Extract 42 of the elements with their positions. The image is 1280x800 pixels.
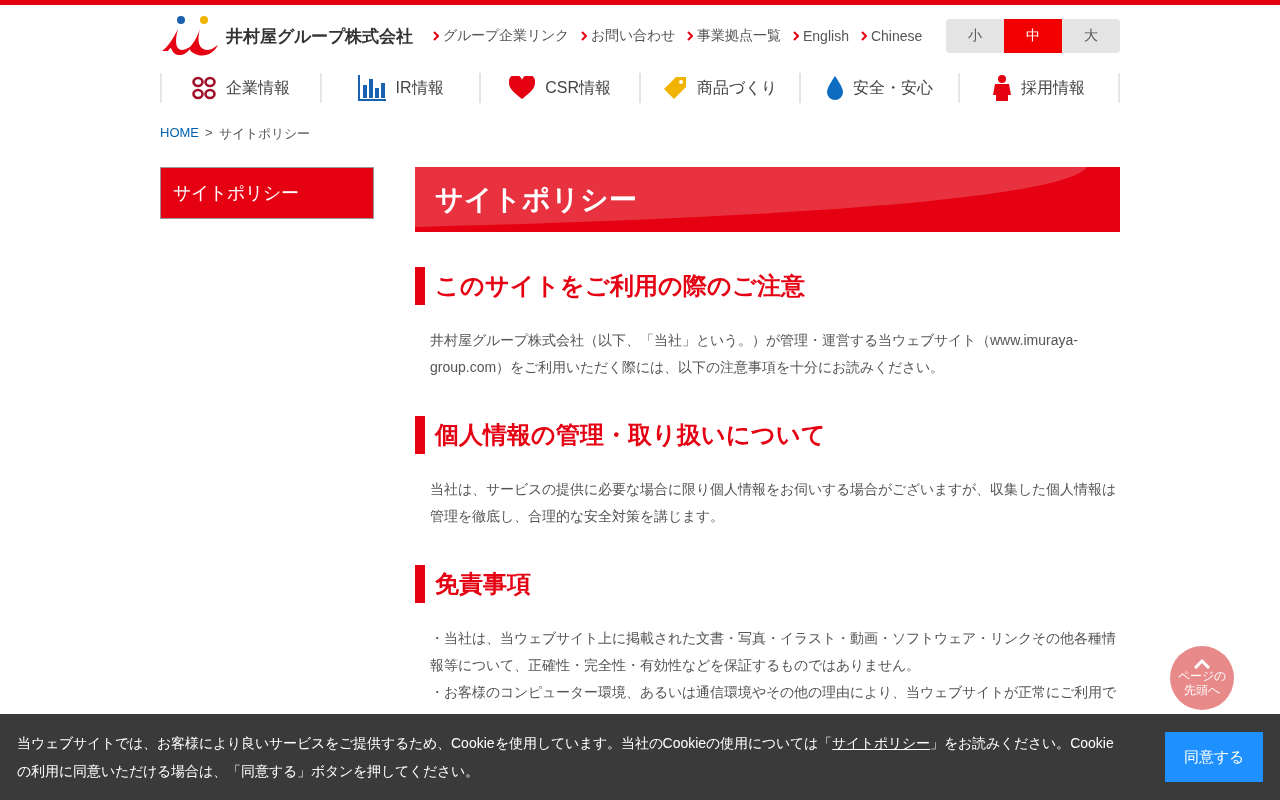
nav-item[interactable]: 採用情報	[960, 73, 1121, 103]
heart-icon	[509, 76, 536, 100]
paragraph: 井村屋グループ株式会社（以下、「当社」という。）が管理・運営する当ウェブサイト（www.imuraya-group.com）をご利用いただく際には、以下の注意事項を十分にお読みください。	[429, 331, 1079, 377]
breadcrumb-link[interactable]: HOME	[160, 125, 199, 143]
sidebar-item[interactable]: サイトポリシー	[160, 167, 374, 219]
chevron-icon	[581, 31, 587, 41]
nav-item[interactable]: 商品づくり	[641, 73, 801, 103]
nav-item[interactable]: IR情報	[321, 73, 482, 103]
font-size-button[interactable]: 中	[1004, 19, 1062, 53]
nav-item[interactable]: 企業情報	[162, 73, 322, 103]
paragraph: ・お客様のコンピューター環境、あるいは通信環境やその他の理由により、当ウェブサイトが正常にご利用で	[429, 683, 1117, 702]
person-icon	[993, 75, 1012, 101]
font-size-button[interactable]: 小	[946, 19, 1004, 53]
policy-link[interactable]: サイトポリシー	[832, 735, 931, 751]
section-heading: 免責事項	[415, 565, 1120, 603]
section-heading: 個人情報の管理・取り扱いについて	[415, 416, 1120, 454]
breadcrumb-current: サイトポリシー	[218, 125, 310, 143]
chevron-icon	[793, 31, 799, 41]
header-link[interactable]: English	[793, 27, 849, 45]
header-link[interactable]: お問い合わせ	[581, 27, 675, 45]
paragraph: 当社は、サービスの提供に必要な場合に限り個人情報をお伺いする場合がございますが、収集した個人情報は管理を徹底し、合理的な安全対策を講じます。	[429, 480, 1117, 526]
font-size-button[interactable]: 大	[1062, 19, 1120, 53]
chevron-icon	[860, 31, 867, 41]
header-link[interactable]: 事業拠点一覧	[687, 27, 781, 45]
breadcrumb-separator: >	[205, 125, 213, 142]
nav-item[interactable]: 安全・安心	[800, 73, 961, 103]
chevron-up-icon	[1194, 659, 1210, 669]
chevron-icon	[687, 31, 693, 41]
company-name: 井村屋グループ株式会社	[226, 25, 413, 48]
logo-icon	[160, 15, 220, 57]
dots-icon	[191, 76, 216, 100]
header-link[interactable]: グループ企業リンク	[433, 27, 569, 45]
page-title: サイトポリシー	[435, 182, 637, 217]
section-heading: このサイトをご利用の際のご注意	[415, 267, 1120, 305]
cookie-notice: 当ウェブサイトでは、お客様により良いサービスをご提供するため、Cookieを使用しています。当社のCookieの使用については「サイトポリシー」をお読みください。Cookieの利用に同意いただける場合は、「同意する」ボタンを押してください。	[17, 734, 1115, 781]
paragraph: ・当社は、当ウェブサイト上に掲載された文書・写真・イラスト・動画・ソフトウェア・リンクその他各種情報等について、正確性・完全性・有効性などを保証するものではありません。	[429, 629, 1117, 675]
tag-icon	[662, 76, 687, 100]
chevron-icon	[433, 31, 439, 41]
bar-chart-icon	[357, 75, 386, 101]
header-link[interactable]: Chinese	[860, 27, 923, 45]
drop-icon	[826, 76, 843, 100]
nav-item[interactable]: CSR情報	[481, 73, 641, 103]
